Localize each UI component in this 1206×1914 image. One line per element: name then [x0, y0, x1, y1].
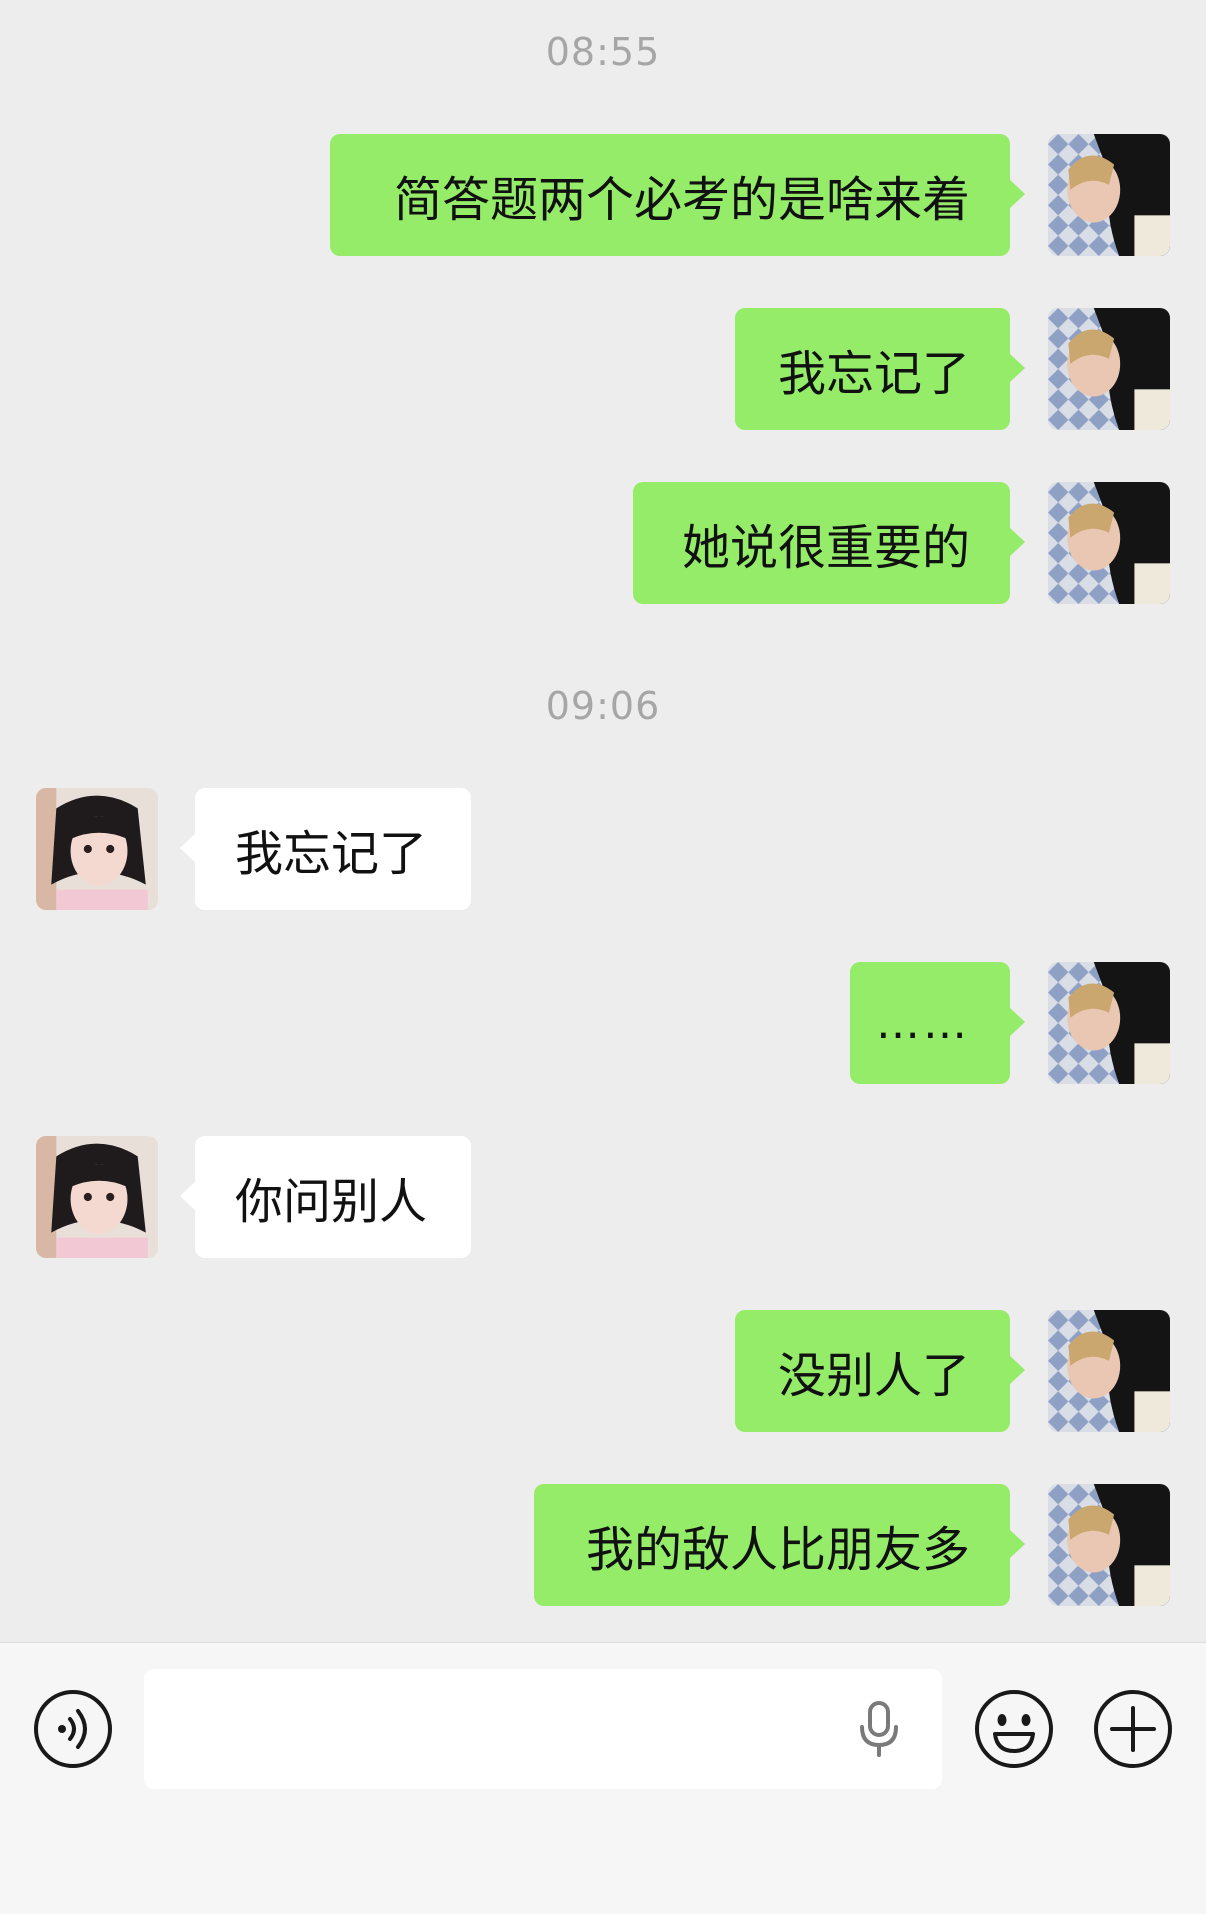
my-avatar[interactable]: [1048, 1484, 1170, 1606]
message-bubble-received[interactable]: 我忘记了: [180, 788, 471, 910]
message-bubble-sent[interactable]: 我忘记了: [735, 308, 1025, 430]
my-avatar[interactable]: [1048, 1310, 1170, 1432]
timestamp: 09:06: [545, 684, 661, 728]
contact-avatar-image: [36, 788, 158, 910]
input-bar: [0, 1642, 1206, 1914]
contact-avatar[interactable]: [36, 1136, 158, 1258]
plus-icon: [1094, 1690, 1172, 1768]
more-actions-button[interactable]: [1092, 1688, 1174, 1770]
voice-toggle-button[interactable]: [32, 1688, 114, 1770]
message-bubble-sent[interactable]: ……: [850, 962, 1025, 1084]
voice-toggle-icon: [34, 1690, 112, 1768]
timestamp: 08:55: [545, 30, 661, 74]
my-avatar-image: [1048, 482, 1170, 604]
my-avatar[interactable]: [1048, 962, 1170, 1084]
message-input[interactable]: [144, 1669, 942, 1789]
my-avatar-image: [1048, 1310, 1170, 1432]
message-bubble-sent[interactable]: 简答题两个必考的是啥来着: [330, 134, 1025, 256]
microphone-icon: [860, 1701, 898, 1757]
microphone-button[interactable]: [856, 1699, 902, 1759]
message-bubble-sent[interactable]: 我的敌人比朋友多: [534, 1484, 1025, 1606]
my-avatar-image: [1048, 962, 1170, 1084]
chat-area: 08:55 简答题两个必考的是啥来着 我忘记了 她说很重要的 09:06 我忘记…: [0, 0, 1206, 1642]
emoji-icon: [975, 1690, 1053, 1768]
contact-avatar-image: [36, 1136, 158, 1258]
my-avatar-image: [1048, 308, 1170, 430]
my-avatar[interactable]: [1048, 482, 1170, 604]
message-bubble-sent[interactable]: 没别人了: [735, 1310, 1025, 1432]
my-avatar[interactable]: [1048, 308, 1170, 430]
emoji-button[interactable]: [973, 1688, 1055, 1770]
my-avatar-image: [1048, 134, 1170, 256]
message-bubble-sent[interactable]: 她说很重要的: [633, 482, 1025, 604]
my-avatar-image: [1048, 1484, 1170, 1606]
message-bubble-received[interactable]: 你问别人: [180, 1136, 471, 1258]
contact-avatar[interactable]: [36, 788, 158, 910]
my-avatar[interactable]: [1048, 134, 1170, 256]
